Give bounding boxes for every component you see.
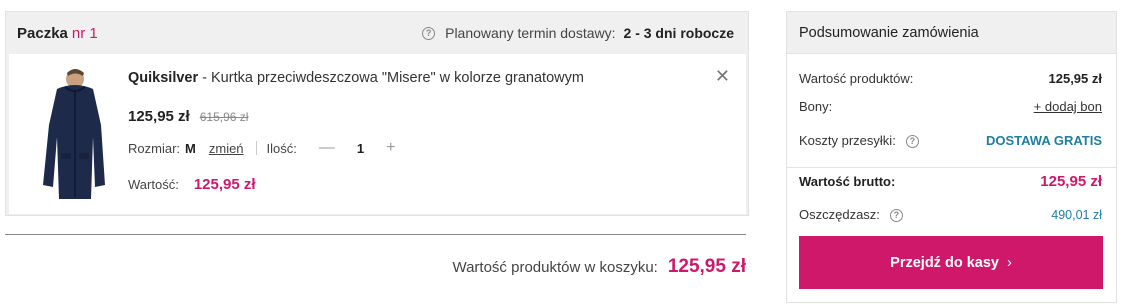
summary-vouchers-label: Bony:: [799, 99, 833, 114]
summary-divider: [787, 167, 1116, 168]
checkout-label: Przejdź do kasy: [890, 254, 999, 271]
delivery-label: Planowany termin dostawy:: [445, 25, 616, 41]
product-price: 125,95 zł: [128, 108, 190, 125]
summary-shipping-label-wrap: Koszty przesyłki:?: [799, 133, 919, 149]
summary-shipping-label: Koszty przesyłki:: [799, 133, 896, 148]
summary-gross-value: 125,95 zł: [1040, 173, 1102, 190]
product-value-amount: 125,95 zł: [193, 176, 256, 193]
summary-vouchers-row: Bony: + dodaj bon: [799, 99, 1102, 114]
summary-savings-row: Oszczędzasz:? 490,01 zł: [799, 207, 1102, 223]
summary-savings-value: 490,01 zł: [1051, 207, 1102, 222]
summary-products-label: Wartość produktów:: [799, 71, 914, 86]
package-header: Paczka nr 1 ? Planowany termin dostawy: 2…: [6, 12, 748, 54]
summary-savings-label-wrap: Oszczędzasz:?: [799, 207, 903, 223]
chevron-right-icon: ›: [1006, 254, 1012, 271]
summary-savings-label: Oszczędzasz:: [799, 207, 880, 222]
add-voucher-link[interactable]: + dodaj bon: [1034, 99, 1102, 114]
help-icon[interactable]: ?: [889, 209, 903, 223]
cart-total: Wartość produktów w koszyku: 125,95 zł: [452, 256, 746, 278]
change-size-link[interactable]: zmień: [209, 141, 244, 156]
product-value-row: Wartość: 125,95 zł: [128, 176, 256, 193]
quantity-value: 1: [356, 140, 365, 156]
product-description: - Kurtka przeciwdeszczowa "Misere" w kol…: [198, 70, 584, 86]
quantity-label: Ilość:: [266, 140, 297, 156]
summary-shipping-row: Koszty przesyłki:? DOSTAWA GRATIS: [799, 133, 1102, 149]
size-value: M: [185, 140, 196, 156]
size-qty-row: Rozmiar: M zmień Ilość: — 1 +: [128, 139, 395, 157]
product-row: Quiksilver - Kurtka przeciwdeszczowa "Mi…: [9, 54, 746, 214]
product-title[interactable]: Quiksilver - Kurtka przeciwdeszczowa "Mi…: [128, 70, 584, 86]
quantity-decrease-button[interactable]: —: [319, 139, 335, 157]
package-title: Paczka nr 1: [17, 25, 98, 42]
help-icon[interactable]: ?: [905, 135, 919, 149]
quantity-increase-button[interactable]: +: [386, 139, 395, 157]
summary-products-row: Wartość produktów: 125,95 zł: [799, 71, 1102, 86]
summary-gross-row: Wartość brutto: 125,95 zł: [799, 173, 1102, 190]
divider: [255, 141, 257, 155]
product-brand: Quiksilver: [128, 70, 199, 86]
package-number: nr 1: [71, 24, 98, 42]
checkout-button[interactable]: Przejdź do kasy ›: [799, 236, 1103, 289]
close-icon[interactable]: ✕: [715, 66, 730, 87]
delivery-info: ? Planowany termin dostawy: 2 - 3 dni ro…: [422, 25, 734, 41]
summary-gross-label: Wartość brutto:: [799, 174, 896, 189]
price-row: 125,95 zł 615,96 zł: [128, 108, 248, 125]
order-summary: Podsumowanie zamówienia Wartość produktó…: [786, 11, 1117, 303]
summary-products-value: 125,95 zł: [1048, 71, 1103, 86]
cart-total-label: Wartość produktów w koszyku:: [452, 259, 658, 276]
size-label: Rozmiar:: [128, 140, 181, 156]
cart-total-amount: 125,95 zł: [667, 256, 746, 277]
help-icon[interactable]: ?: [422, 26, 436, 40]
delivery-value: 2 - 3 dni robocze: [623, 25, 734, 41]
product-old-price: 615,96 zł: [199, 110, 249, 124]
product-image[interactable]: [31, 65, 115, 205]
package-title-label: Paczka: [17, 24, 68, 42]
package-card: Paczka nr 1 ? Planowany termin dostawy: 2…: [5, 11, 749, 216]
summary-shipping-value: DOSTAWA GRATIS: [985, 133, 1102, 149]
product-value-label: Wartość:: [128, 177, 179, 192]
summary-title: Podsumowanie zamówienia: [787, 12, 1116, 54]
cart-divider: [5, 234, 746, 235]
